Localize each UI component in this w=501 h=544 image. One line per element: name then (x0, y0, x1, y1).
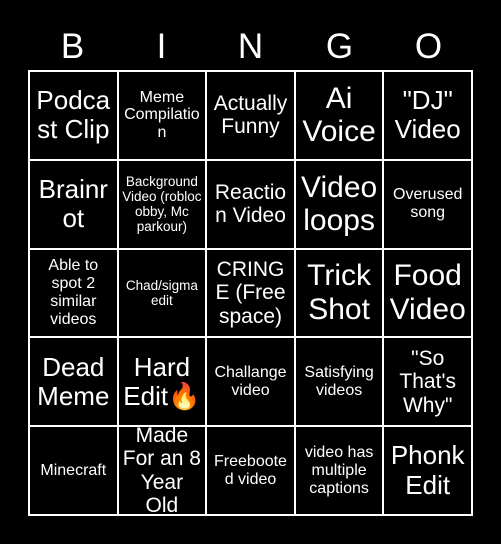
bingo-header-letter-o: O (414, 27, 443, 66)
bingo-cell-label: "DJ" Video (394, 85, 461, 145)
bingo-cell-label: Dead Meme (37, 351, 110, 411)
bingo-cell[interactable]: "So That's Why" (384, 338, 471, 426)
bingo-cell[interactable]: Made For an 8 Year Old (118, 427, 206, 514)
bingo-cell-label: Reaction Video (214, 180, 287, 228)
bingo-cell[interactable]: Video loops (295, 160, 383, 248)
bingo-grid: Podcast Clip Meme Compilation Actually F… (28, 70, 473, 516)
bingo-cell[interactable]: Overused song (384, 160, 471, 248)
bingo-cell-label: Challange video (214, 363, 287, 399)
bingo-cell[interactable]: Satisfying videos (295, 338, 383, 426)
bingo-cell-label: Trick Shot (307, 259, 372, 326)
bingo-cell-label: Satisfying videos (304, 363, 374, 399)
bingo-cell-label: Freebooted video (214, 452, 287, 488)
bingo-cell[interactable]: Able to spot 2 similar videos (30, 249, 117, 337)
bingo-header-row: B I N G O (28, 24, 473, 70)
bingo-cell[interactable]: video has multiple captions (295, 427, 383, 514)
bingo-cell-label: Minecraft (40, 461, 107, 479)
bingo-cell-label: Background Video (robloc obby, Mc parkou… (122, 173, 202, 235)
bingo-cell[interactable]: Freebooted video (207, 427, 294, 514)
bingo-cell-label: Video loops (301, 170, 378, 238)
bingo-header-letter-b: B (60, 27, 85, 66)
bingo-cell[interactable]: Background Video (robloc obby, Mc parkou… (118, 160, 206, 248)
bingo-card: B I N G O Podcast Clip Meme Compilation … (0, 0, 501, 544)
bingo-header-letter-n: N (237, 27, 264, 66)
bingo-cell[interactable]: Podcast Clip (30, 72, 117, 159)
bingo-cell[interactable]: Challange video (207, 338, 294, 426)
bingo-cell-label: Ai Voice (302, 81, 376, 149)
bingo-cell[interactable]: Meme Compilation (118, 72, 206, 159)
bingo-cell-label: Able to spot 2 similar videos (48, 257, 99, 328)
bingo-cell[interactable]: Hard Edit🔥 (118, 338, 206, 426)
bingo-cell[interactable]: Food Video (384, 249, 471, 337)
bingo-cell-label: Food Video (389, 259, 466, 326)
bingo-cell-label: Phonk Edit (390, 440, 465, 500)
bingo-cell-label: Podcast Clip (36, 85, 111, 145)
bingo-cell-label: Made For an 8 Year Old (122, 427, 201, 514)
bingo-cell-free-space[interactable]: CRINGE (Free space) (207, 249, 294, 337)
bingo-cell[interactable]: Brainrot (30, 160, 117, 248)
bingo-cell[interactable]: Minecraft (30, 427, 117, 514)
bingo-header-letter-i: I (156, 27, 167, 66)
bingo-cell[interactable]: Phonk Edit (384, 427, 471, 514)
bingo-cell-label: video has multiple captions (304, 443, 374, 497)
bingo-cell-label: CRINGE (Free space) (215, 257, 286, 328)
bingo-cell[interactable]: Chad/sigma edit (118, 249, 206, 337)
bingo-cell-label: Brainrot (38, 174, 108, 234)
bingo-cell-label: Chad/sigma edit (125, 277, 198, 308)
bingo-cell-label: Actually Funny (213, 91, 288, 139)
bingo-header-letter-g: G (325, 27, 354, 66)
bingo-cell[interactable]: Reaction Video (207, 160, 294, 248)
bingo-cell-label: Meme Compilation (124, 88, 200, 142)
bingo-cell[interactable]: Trick Shot (295, 249, 383, 337)
bingo-cell-label: Overused song (393, 186, 463, 222)
bingo-cell[interactable]: Ai Voice (295, 72, 383, 159)
bingo-cell-label: Hard Edit🔥 (123, 351, 201, 411)
bingo-cell[interactable]: Dead Meme (30, 338, 117, 426)
bingo-cell[interactable]: "DJ" Video (384, 72, 471, 159)
bingo-cell[interactable]: Actually Funny (207, 72, 294, 159)
bingo-cell-label: "So That's Why" (399, 346, 456, 417)
